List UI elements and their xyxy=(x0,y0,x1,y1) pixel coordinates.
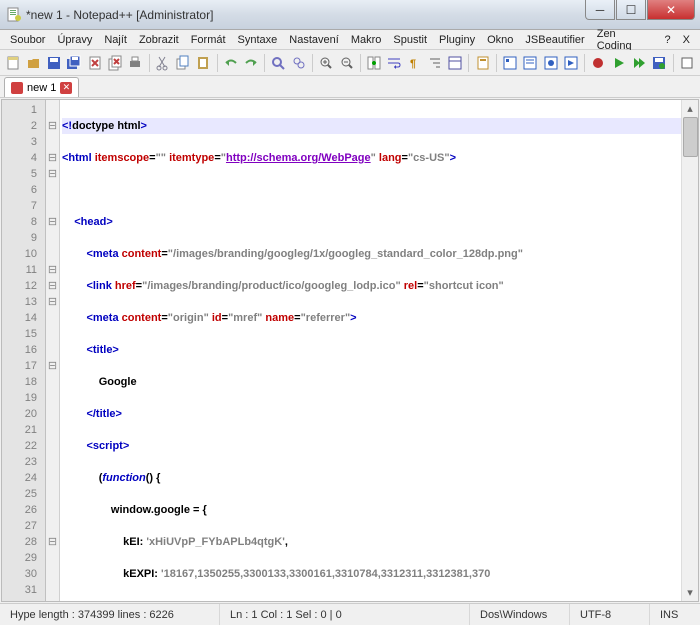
scroll-down-icon[interactable]: ▾ xyxy=(682,584,698,601)
menu-jsbeautifier[interactable]: JSBeautifier xyxy=(519,32,590,48)
toolbar-separator xyxy=(217,54,218,72)
menu-edit[interactable]: Úpravy xyxy=(51,32,98,48)
close-button[interactable]: ✕ xyxy=(647,0,695,20)
find-icon[interactable] xyxy=(269,53,287,73)
toolbar-separator xyxy=(312,54,313,72)
close-all-icon[interactable] xyxy=(106,53,124,73)
undo-icon[interactable] xyxy=(222,53,240,73)
doc-map-icon[interactable] xyxy=(473,53,491,73)
tabbar: new 1 ✕ xyxy=(0,76,700,98)
tab-label: new 1 xyxy=(27,82,56,94)
menubar: Soubor Úpravy Najít Zobrazit Formát Synt… xyxy=(0,30,700,50)
svg-text:¶: ¶ xyxy=(410,58,416,70)
macro-play-multi-icon[interactable] xyxy=(630,53,648,73)
status-encoding: UTF-8 xyxy=(570,604,650,625)
macro-record-icon[interactable] xyxy=(589,53,607,73)
macro-save-icon[interactable] xyxy=(650,53,668,73)
menu-format[interactable]: Formát xyxy=(185,32,232,48)
zoom-in-icon[interactable] xyxy=(317,53,335,73)
func-list-icon[interactable] xyxy=(501,53,519,73)
line-numbers: 1234567891011121314151617181920212223242… xyxy=(2,100,46,601)
window-title: *new 1 - Notepad++ [Administrator] xyxy=(26,8,585,22)
tool-icon[interactable] xyxy=(678,53,696,73)
file-tab[interactable]: new 1 ✕ xyxy=(4,77,79,97)
macro-play-icon[interactable] xyxy=(610,53,628,73)
menu-view[interactable]: Zobrazit xyxy=(133,32,185,48)
fold-icon[interactable] xyxy=(446,53,464,73)
maximize-button[interactable]: ☐ xyxy=(616,0,646,20)
toolbar-separator xyxy=(149,54,150,72)
replace-icon[interactable] xyxy=(290,53,308,73)
paste-icon[interactable] xyxy=(194,53,212,73)
status-eol: Dos\Windows xyxy=(470,604,570,625)
save-all-icon[interactable] xyxy=(65,53,83,73)
menu-help[interactable]: ? xyxy=(659,32,677,48)
new-file-icon[interactable] xyxy=(4,53,22,73)
sync-scroll-icon[interactable] xyxy=(365,53,383,73)
tab-modified-icon xyxy=(11,82,23,94)
status-length: Hype length : 374399 lines : 6226 xyxy=(0,604,220,625)
toolbar-separator xyxy=(496,54,497,72)
cut-icon[interactable] xyxy=(154,53,172,73)
statusbar: Hype length : 374399 lines : 6226 Ln : 1… xyxy=(0,603,700,625)
b3-icon[interactable] xyxy=(541,53,559,73)
copy-icon[interactable] xyxy=(174,53,192,73)
zoom-out-icon[interactable] xyxy=(337,53,355,73)
b2-icon[interactable] xyxy=(521,53,539,73)
status-position: Ln : 1 Col : 1 Sel : 0 | 0 xyxy=(220,604,470,625)
show-chars-icon[interactable]: ¶ xyxy=(405,53,423,73)
scroll-up-icon[interactable]: ▴ xyxy=(682,100,698,117)
fold-margin[interactable]: ⊟⊟⊟⊟⊟⊟⊟⊟⊟ xyxy=(46,100,60,601)
toolbar: ¶ xyxy=(0,50,700,76)
menu-syntax[interactable]: Syntaxe xyxy=(232,32,284,48)
menu-file[interactable]: Soubor xyxy=(4,32,51,48)
indent-guide-icon[interactable] xyxy=(426,53,444,73)
menu-x[interactable]: X xyxy=(677,32,696,48)
menu-macro[interactable]: Makro xyxy=(345,32,388,48)
code-content[interactable]: <!doctype html> <html itemscope="" itemt… xyxy=(60,100,681,601)
toolbar-separator xyxy=(673,54,674,72)
menu-find[interactable]: Najít xyxy=(98,32,133,48)
app-icon xyxy=(6,7,22,23)
menu-settings[interactable]: Nastavení xyxy=(283,32,345,48)
scroll-thumb[interactable] xyxy=(683,117,698,157)
menu-plugins[interactable]: Pluginy xyxy=(433,32,481,48)
vertical-scrollbar[interactable]: ▴ ▾ xyxy=(681,100,698,601)
print-icon[interactable] xyxy=(126,53,144,73)
save-icon[interactable] xyxy=(45,53,63,73)
open-file-icon[interactable] xyxy=(24,53,42,73)
status-mode: INS xyxy=(650,604,700,625)
menu-run[interactable]: Spustit xyxy=(387,32,433,48)
toolbar-separator xyxy=(360,54,361,72)
minimize-button[interactable]: ─ xyxy=(585,0,615,20)
redo-icon[interactable] xyxy=(242,53,260,73)
toolbar-separator xyxy=(468,54,469,72)
tab-close-icon[interactable]: ✕ xyxy=(60,82,72,94)
editor[interactable]: 1234567891011121314151617181920212223242… xyxy=(1,99,699,602)
app-window: *new 1 - Notepad++ [Administrator] ─ ☐ ✕… xyxy=(0,0,700,625)
menu-window[interactable]: Okno xyxy=(481,32,519,48)
close-file-icon[interactable] xyxy=(86,53,104,73)
word-wrap-icon[interactable] xyxy=(385,53,403,73)
toolbar-separator xyxy=(584,54,585,72)
toolbar-separator xyxy=(264,54,265,72)
b4-icon[interactable] xyxy=(562,53,580,73)
